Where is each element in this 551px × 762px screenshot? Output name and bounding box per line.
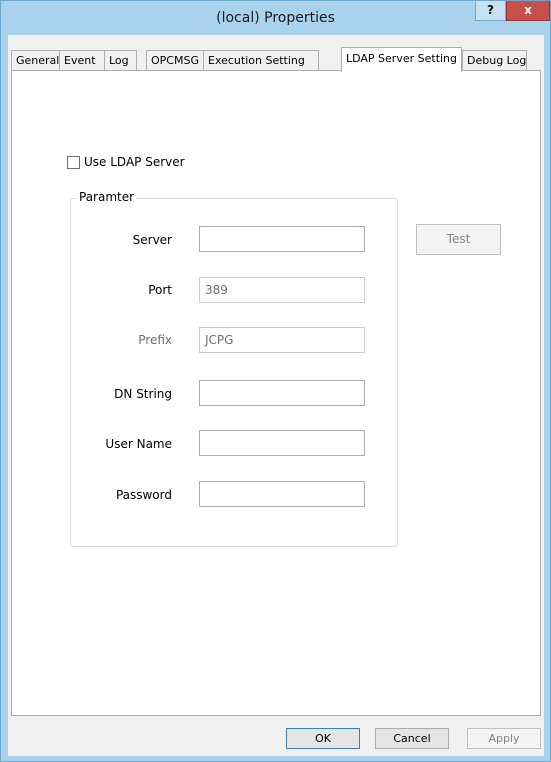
cancel-button[interactable]: Cancel	[375, 728, 449, 749]
ok-button[interactable]: OK	[286, 728, 360, 749]
port-label: Port	[148, 283, 172, 297]
close-button[interactable]: x	[506, 1, 550, 21]
ldap-settings-panel: Use LDAP Server Paramter Server Port 389…	[11, 70, 541, 716]
user-name-input[interactable]	[199, 430, 365, 456]
parameter-group-title: Paramter	[77, 190, 137, 204]
user-name-label: User Name	[105, 437, 172, 451]
tab-opcmsg[interactable]: OPCMSG	[146, 50, 204, 71]
tab-event[interactable]: Event	[59, 50, 105, 71]
dn-string-input[interactable]	[199, 380, 365, 406]
title-bar[interactable]: (local) Properties ? x	[1, 1, 550, 35]
dn-string-label: DN String	[114, 387, 172, 401]
dialog-client-area: General Event Log OPCMSG Execution Setti…	[8, 35, 544, 756]
prefix-label: Prefix	[138, 333, 172, 347]
test-button[interactable]: Test	[416, 224, 501, 255]
use-ldap-label: Use LDAP Server	[84, 155, 185, 169]
password-input[interactable]	[199, 481, 365, 507]
tab-debug-log[interactable]: Debug Log	[462, 50, 527, 71]
tab-general[interactable]: General	[11, 50, 60, 71]
port-input[interactable]: 389	[199, 277, 365, 303]
apply-button[interactable]: Apply	[467, 728, 541, 749]
password-label: Password	[115, 488, 172, 502]
window-title: (local) Properties	[216, 10, 335, 26]
tab-execution-setting[interactable]: Execution Setting	[203, 50, 319, 71]
help-button[interactable]: ?	[475, 1, 506, 21]
server-input[interactable]	[199, 226, 365, 252]
tab-ldap-server-setting[interactable]: LDAP Server Setting	[341, 47, 462, 72]
properties-dialog: (local) Properties ? x General Event Log…	[0, 0, 551, 762]
tab-log[interactable]: Log	[104, 50, 137, 71]
prefix-input[interactable]: JCPG	[199, 327, 365, 353]
use-ldap-checkbox[interactable]	[67, 156, 80, 169]
server-label: Server	[132, 233, 172, 247]
